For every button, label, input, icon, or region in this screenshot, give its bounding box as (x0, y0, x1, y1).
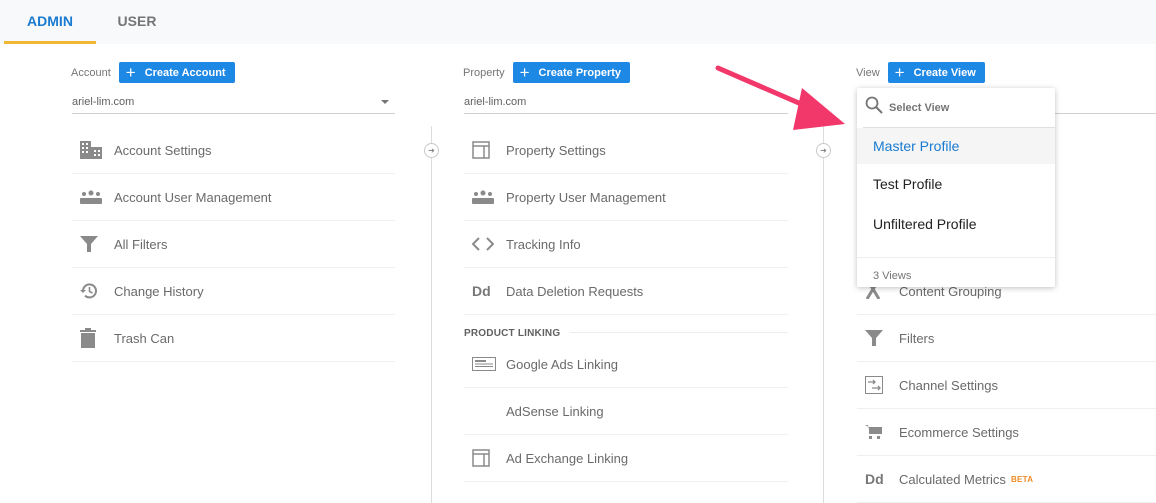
annotation-arrow-icon (715, 65, 845, 130)
history-icon (72, 281, 114, 301)
tracking-info-item[interactable]: Tracking Info (464, 221, 788, 268)
code-icon (464, 234, 506, 254)
top-tab-bar: ADMIN USER (0, 0, 1156, 44)
view-option-test-profile[interactable]: Test Profile (857, 164, 1055, 204)
create-property-button[interactable]: + Create Property (512, 62, 631, 83)
data-deletion-requests-item[interactable]: Dd Data Deletion Requests (464, 268, 788, 315)
tab-user[interactable]: USER (96, 0, 178, 44)
window-icon (464, 448, 506, 468)
plus-icon: + (125, 63, 136, 82)
calculated-metrics-item[interactable]: Dd Calculated Metrics BETA (857, 456, 1156, 503)
account-user-management-item[interactable]: Account User Management (72, 174, 395, 221)
account-selector[interactable]: ariel-lim.com (72, 92, 395, 114)
ecommerce-settings-item[interactable]: Ecommerce Settings (857, 409, 1156, 456)
create-view-button[interactable]: + Create View (887, 62, 985, 83)
people-icon (464, 187, 506, 207)
plus-icon: + (519, 63, 530, 82)
caret-down-icon (381, 100, 389, 104)
dd-icon: Dd (865, 471, 884, 487)
all-filters-item[interactable]: All Filters (72, 221, 395, 268)
window-icon (464, 140, 506, 160)
cart-icon (857, 422, 899, 442)
filters-item[interactable]: Filters (857, 315, 1156, 362)
ad-exchange-linking-item[interactable]: Ad Exchange Linking (464, 435, 788, 482)
view-label: View (856, 66, 880, 79)
view-option-unfiltered-profile[interactable]: Unfiltered Profile (857, 204, 1055, 244)
trash-icon (72, 328, 114, 348)
people-icon (72, 187, 114, 207)
trash-can-item[interactable]: Trash Can (72, 315, 395, 362)
tab-admin[interactable]: ADMIN (4, 0, 96, 44)
search-icon (865, 96, 883, 119)
column-divider (431, 126, 432, 503)
beta-badge: BETA (1010, 474, 1034, 484)
account-settings-item[interactable]: Account Settings (72, 127, 395, 174)
change-history-item[interactable]: Change History (72, 268, 395, 315)
product-linking-header: PRODUCT LINKING (464, 315, 788, 341)
create-account-button[interactable]: + Create Account (118, 62, 235, 83)
filter-icon (72, 234, 114, 254)
arrow-right-icon[interactable]: ➜ (424, 143, 439, 158)
channel-settings-item[interactable]: Channel Settings (857, 362, 1156, 409)
arrow-right-icon[interactable]: ➜ (816, 143, 831, 158)
plus-icon: + (894, 63, 905, 82)
view-search-input[interactable] (889, 101, 1029, 114)
dd-icon: Dd (472, 283, 491, 299)
account-label: Account (71, 66, 111, 79)
ads-icon (464, 354, 506, 374)
property-label: Property (463, 66, 505, 79)
adsense-linking-item[interactable]: AdSense Linking (464, 388, 788, 435)
view-search (863, 88, 1055, 128)
column-divider (823, 126, 824, 503)
property-user-management-item[interactable]: Property User Management (464, 174, 788, 221)
view-option-master-profile[interactable]: Master Profile (857, 128, 1055, 164)
select-view-dropdown: Master Profile Test Profile Unfiltered P… (857, 88, 1055, 287)
google-ads-linking-item[interactable]: Google Ads Linking (464, 341, 788, 388)
channel-icon (857, 375, 899, 395)
building-icon (72, 140, 114, 160)
views-count: 3 Views (857, 257, 1055, 287)
filter-icon (857, 328, 899, 348)
